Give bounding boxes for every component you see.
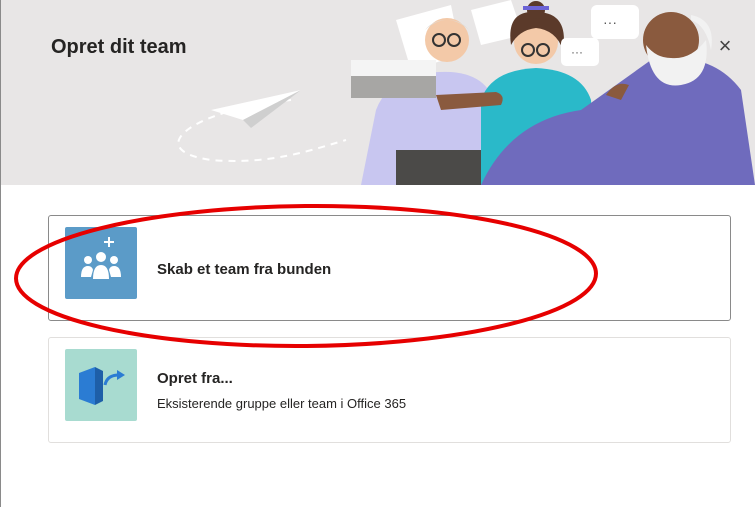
office-import-icon [79,367,125,405]
option-title: Skab et team fra bunden [157,261,332,278]
close-button[interactable]: × [713,33,737,58]
option-title: Opret fra... [157,370,233,387]
header-illustration: ··· ··· [177,0,755,185]
create-from-existing-option[interactable]: Opret fra... Eksisterende gruppe eller t… [48,337,731,443]
dialog-title: Opret dit team [51,36,187,58]
team-add-tile [65,227,137,299]
person-left-legs [396,150,491,185]
team-add-icon [81,237,121,279]
office-import-tile [65,349,137,421]
create-from-scratch-option[interactable]: Skab et team fra bunden [48,215,731,321]
bubble-dots-2: ··· [603,14,617,30]
close-icon: × [718,33,732,58]
paper-tray [351,76,436,98]
paper-stack [351,60,436,76]
hair-band [523,6,549,10]
dialog-header: ··· ··· Opret dit team × [1,0,755,185]
option-subtitle: Eksisterende gruppe eller team i Office … [157,396,407,411]
bubble-dots-1: ··· [571,45,583,59]
